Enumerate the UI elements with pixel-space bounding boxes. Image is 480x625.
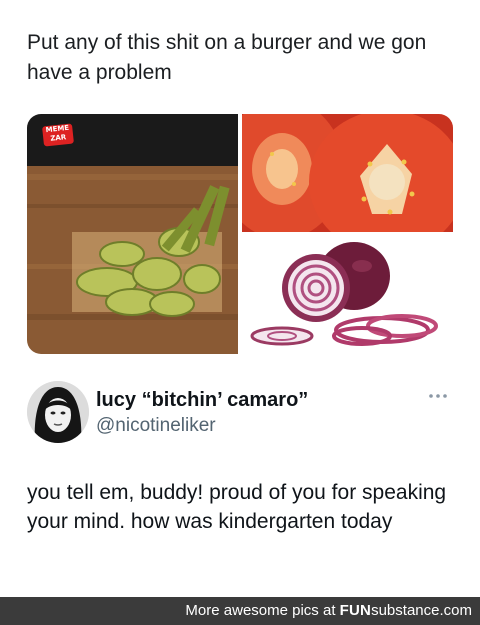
reply-author-row[interactable]: lucy “bitchin’ camaro” @nicotineliker bbox=[27, 378, 453, 444]
reply-text: you tell em, buddy! proud of you for spe… bbox=[27, 481, 447, 533]
pickles-icon bbox=[27, 114, 238, 354]
post-text: Put any of this shit on a burger and we … bbox=[27, 31, 427, 84]
more-horizontal-icon[interactable] bbox=[427, 390, 449, 402]
tomato-image[interactable] bbox=[242, 114, 453, 232]
footer-text[interactable]: More awesome pics at FUNsubstance.com bbox=[185, 602, 472, 620]
footer-brand-fun: FUN bbox=[339, 602, 372, 619]
footer-brand-rest: substance bbox=[371, 602, 440, 619]
memezar-logo: MEME ZAR bbox=[42, 123, 74, 147]
site-footer[interactable]: More awesome pics at FUNsubstance.com bbox=[0, 597, 480, 625]
media-grid[interactable]: MEME ZAR bbox=[27, 114, 453, 354]
user-avatar-icon bbox=[27, 381, 89, 443]
red-onion-icon bbox=[242, 236, 453, 354]
avatar[interactable] bbox=[27, 381, 89, 443]
tomato-icon bbox=[242, 114, 453, 232]
pickles-image[interactable]: MEME ZAR bbox=[27, 114, 238, 354]
user-handle[interactable]: @nicotineliker bbox=[96, 414, 216, 438]
display-name[interactable]: lucy “bitchin’ camaro” bbox=[96, 388, 308, 412]
red-onion-image[interactable] bbox=[242, 236, 453, 354]
